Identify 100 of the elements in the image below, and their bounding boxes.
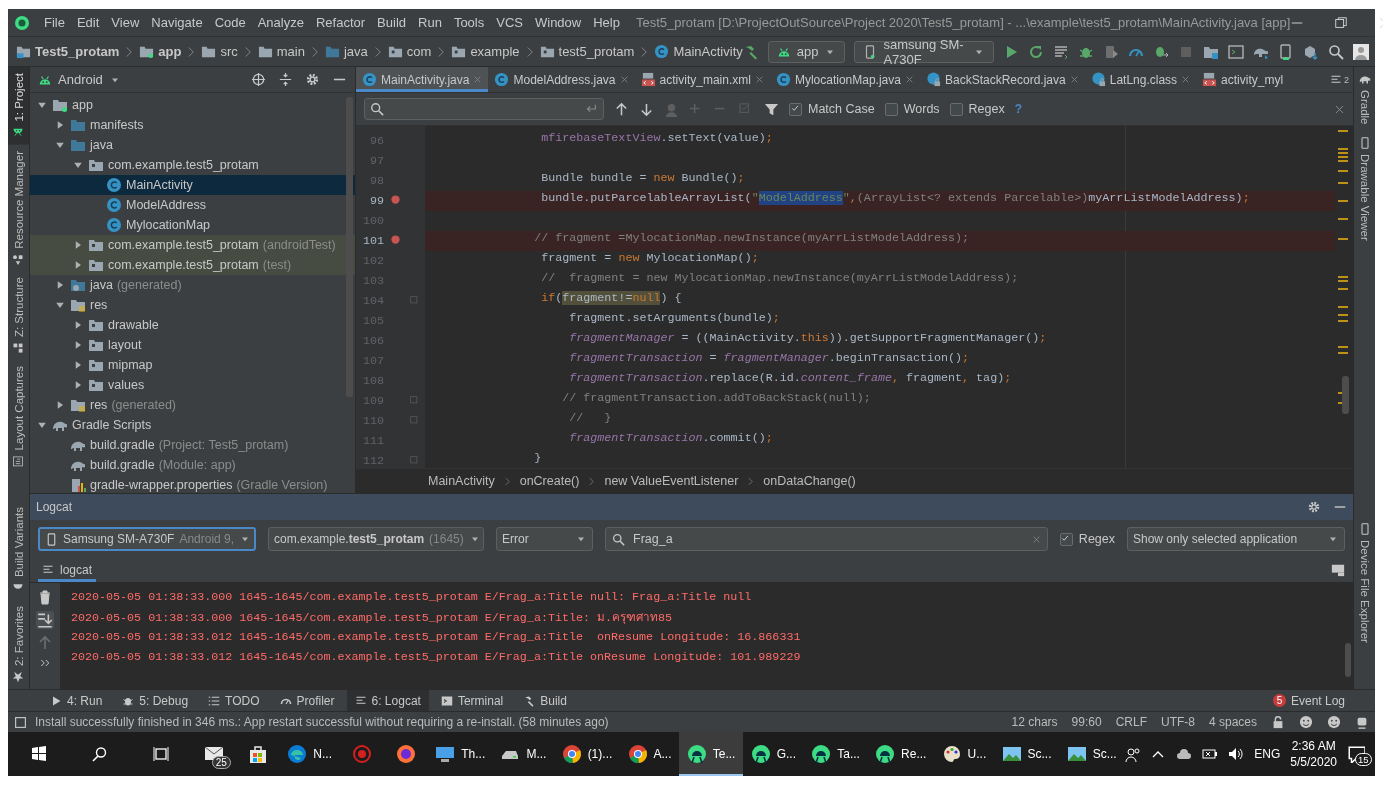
restore-window-icon[interactable] — [1334, 15, 1349, 30]
side-tab[interactable]: Layout Captures — [8, 360, 29, 474]
tree-item[interactable]: res — [30, 295, 355, 315]
terminal-icon[interactable] — [1228, 43, 1244, 60]
side-tab[interactable]: Drawable Viewer — [1354, 130, 1375, 247]
taskbar-button[interactable]: Sc... — [1059, 732, 1125, 776]
package-box-icon[interactable] — [1303, 43, 1319, 60]
settings-icon[interactable] — [305, 72, 320, 87]
face-icon[interactable] — [1327, 715, 1341, 729]
taskbar-button[interactable]: Re... — [867, 732, 934, 776]
tree-item[interactable]: com.example.test5_protam (androidTest) — [30, 235, 355, 255]
tree-item[interactable]: drawable — [30, 315, 355, 335]
run-configuration-dropdown[interactable]: app — [767, 40, 846, 63]
editor-tab[interactable]: activity_main.xml — [634, 67, 770, 92]
down-arrow-icon[interactable] — [639, 101, 654, 117]
breadcrumb[interactable]: MainActivity — [428, 474, 495, 488]
taskbar-button[interactable]: G... — [743, 732, 804, 776]
breadcrumb[interactable]: java — [324, 44, 368, 59]
breadcrumb[interactable]: new ValueEventListener — [604, 474, 739, 488]
breakpoint-icon[interactable] — [391, 195, 403, 207]
up-arrow-icon[interactable] — [614, 101, 629, 117]
editor-tab[interactable]: activity_myl — [1196, 67, 1290, 92]
list-icon[interactable] — [1053, 43, 1069, 60]
close-icon[interactable] — [619, 75, 629, 84]
tree-item[interactable]: build.gradle (Module: app) — [30, 455, 355, 475]
fold-marker-icon[interactable] — [410, 395, 421, 407]
tree-item[interactable]: com.example.test5_protam — [30, 155, 355, 175]
tab-overflow-button[interactable]: 2 — [1330, 67, 1353, 92]
breadcrumb[interactable]: app — [139, 44, 182, 59]
checkbox[interactable]: Words — [884, 102, 940, 116]
battery-icon[interactable] — [1202, 746, 1219, 762]
status-item[interactable]: CRLF — [1115, 715, 1147, 729]
more-icon[interactable] — [39, 657, 51, 669]
tree-item[interactable]: app — [30, 95, 355, 115]
menu-item[interactable]: Analyze — [251, 15, 310, 30]
checkbox[interactable]: Regex — [1059, 532, 1115, 546]
status-item[interactable]: 4 spaces — [1208, 715, 1257, 729]
breadcrumb[interactable]: example — [451, 44, 520, 59]
scroll-to-end-icon[interactable] — [36, 611, 54, 629]
tree-item[interactable]: gradle-wrapper.properties (Gradle Version) — [30, 475, 355, 493]
tree-item[interactable]: res (generated) — [30, 395, 355, 415]
tool-window-tab[interactable]: 6: Logcat — [346, 690, 429, 711]
search-icon[interactable] — [1328, 43, 1344, 60]
breadcrumb[interactable]: onCreate() — [519, 474, 580, 488]
taskbar-button[interactable]: Sc... — [993, 732, 1060, 776]
menu-item[interactable]: Edit — [70, 15, 106, 30]
taskbar-button[interactable]: Ta... — [803, 732, 868, 776]
scrollbar[interactable] — [1345, 643, 1351, 677]
tree-item[interactable]: MylocationMap — [30, 215, 355, 235]
taskbar-button[interactable]: 25 — [191, 732, 236, 776]
face-icon[interactable] — [1299, 715, 1313, 729]
tool-window-tab[interactable]: 5: Debug — [114, 690, 197, 711]
taskbar-button[interactable]: (1)... — [554, 732, 620, 776]
tree-item[interactable]: values — [30, 375, 355, 395]
side-tab[interactable]: 1: Project — [8, 67, 29, 145]
side-tab[interactable]: Build Variants — [8, 500, 29, 600]
collapse-all-icon[interactable] — [278, 72, 293, 87]
side-tab[interactable]: Device File Explorer — [1354, 517, 1375, 649]
editor-tab[interactable]: BackStackRecord.java — [919, 67, 1085, 92]
breakpoint-icon[interactable] — [391, 235, 403, 247]
taskbar-button[interactable]: Th... — [427, 732, 493, 776]
crosshair-icon[interactable] — [251, 72, 266, 87]
tree-item[interactable]: ModelAddress — [30, 195, 355, 215]
lock-icon[interactable] — [1271, 715, 1285, 729]
language-indicator[interactable]: ENG — [1254, 747, 1281, 761]
close-icon[interactable] — [904, 75, 914, 84]
status-item[interactable]: 12 chars — [1011, 715, 1058, 729]
taskbar-button[interactable]: M... — [492, 732, 555, 776]
menu-item[interactable]: Tools — [447, 15, 491, 30]
tool-window-tab[interactable]: Profiler — [271, 690, 343, 711]
log-level-dropdown[interactable]: Error — [496, 527, 593, 551]
breadcrumb[interactable]: com — [387, 44, 432, 59]
avatar-icon[interactable] — [1353, 43, 1369, 60]
tool-window-tab[interactable]: Build — [515, 690, 575, 711]
status-item[interactable]: 99:60 — [1071, 715, 1102, 729]
tree-item[interactable]: java (generated) — [30, 275, 355, 295]
menu-item[interactable]: Run — [412, 15, 448, 30]
side-tab[interactable]: Resource Manager — [8, 144, 29, 272]
status-item[interactable]: UTF-8 — [1160, 715, 1195, 729]
tree-item[interactable]: java — [30, 135, 355, 155]
filter-dropdown[interactable]: Show only selected application — [1127, 527, 1345, 551]
tool-window-tab[interactable]: TODO — [200, 690, 268, 711]
menu-item[interactable]: Refactor — [309, 15, 372, 30]
panel-toggle-icon[interactable] — [14, 715, 27, 729]
close-icon[interactable] — [1334, 103, 1345, 115]
scrollbar[interactable] — [346, 97, 353, 397]
device-dropdown[interactable]: samsung SM-A730F — [854, 40, 994, 63]
taskbar-button[interactable]: A... — [619, 732, 680, 776]
panel-tab[interactable]: logcat — [38, 558, 97, 582]
editor-tab[interactable]: ModelAddress.java — [488, 67, 635, 92]
fold-marker-icon[interactable] — [410, 295, 421, 307]
filter-icon[interactable] — [764, 101, 779, 117]
fold-marker-icon[interactable] — [410, 455, 421, 467]
taskbar-button[interactable]: U... — [934, 732, 994, 776]
attach-debugger-icon[interactable] — [1103, 43, 1119, 60]
people-icon[interactable] — [1124, 746, 1141, 762]
breadcrumb[interactable]: test5_protam — [539, 44, 635, 59]
menu-item[interactable]: File — [38, 15, 71, 30]
clock-date[interactable]: 5/5/2020 — [1290, 754, 1337, 770]
settings-icon[interactable] — [1307, 500, 1321, 514]
